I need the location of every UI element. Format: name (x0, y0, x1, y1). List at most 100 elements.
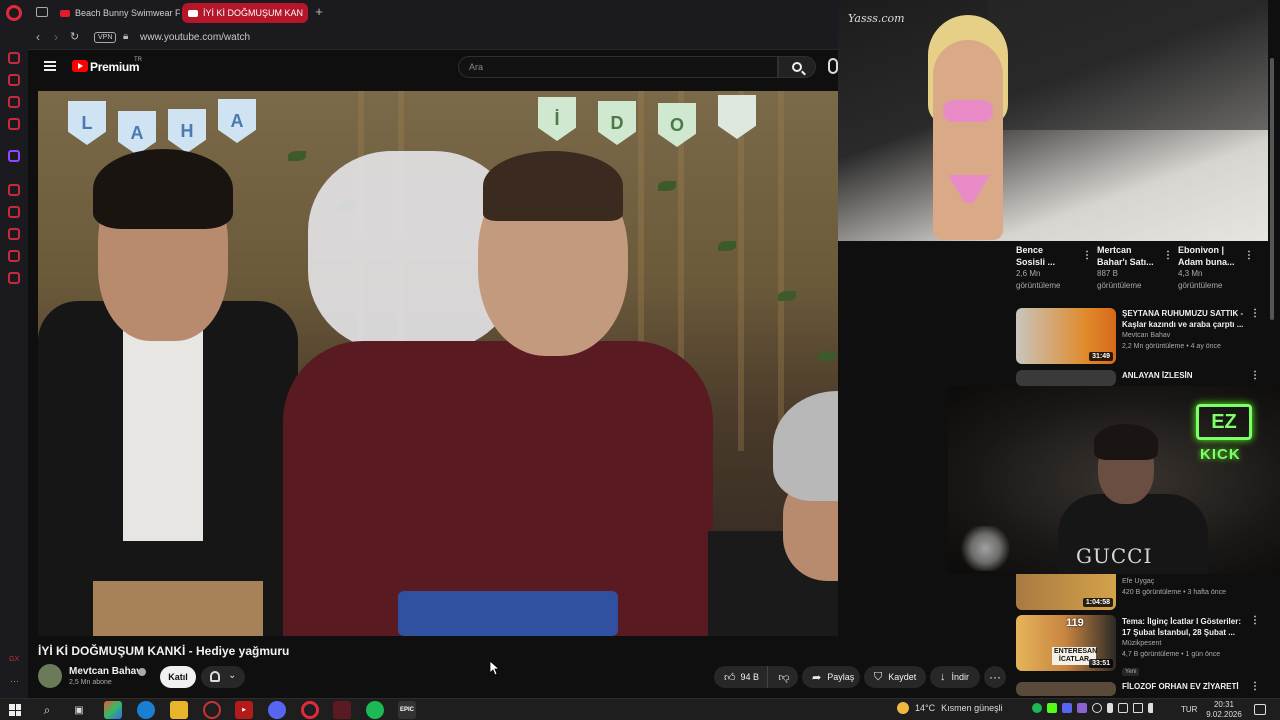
recommendation-item[interactable]: 1:04:58 Efe Uygaç 420 B görüntüleme • 3 … (1016, 574, 1266, 610)
twitch-icon[interactable] (8, 150, 20, 162)
recommendation-item[interactable]: ANLAYAN İZLESİN ⋮ (1016, 370, 1266, 386)
hamburger-menu-icon[interactable] (44, 61, 56, 71)
short-menu-icon[interactable]: ⋮ (1163, 250, 1173, 261)
spotify-tray-icon[interactable] (1032, 703, 1042, 713)
channel-name[interactable]: Mevtcan Bahav (69, 666, 142, 677)
notification-center-icon[interactable] (1254, 704, 1266, 715)
language-indicator[interactable]: TUR (1181, 705, 1197, 714)
video-thumbnail[interactable]: 31:49 (1016, 308, 1116, 364)
video-thumbnail[interactable] (1016, 370, 1116, 386)
reload-icon[interactable]: ↻ (70, 30, 79, 43)
share-button[interactable]: ➦ Paylaş (802, 666, 860, 688)
like-button[interactable]: 👍︎ 94 B (714, 666, 768, 688)
vpn-badge[interactable]: VPN (94, 32, 117, 43)
spotify-icon[interactable] (366, 701, 384, 719)
dislike-button[interactable]: 👎︎ (770, 666, 798, 688)
start-button[interactable] (6, 701, 24, 719)
player-icon[interactable] (8, 184, 20, 196)
notifications-button[interactable]: ⌄ (201, 666, 245, 688)
nvidia-tray-icon[interactable] (1047, 703, 1057, 713)
video-title[interactable]: FİLOZOF ORHAN EV ZİYARETİ (1122, 681, 1250, 692)
video-menu-icon[interactable]: ⋮ (1250, 615, 1260, 626)
opera-logo-icon[interactable] (6, 5, 22, 21)
opera-gx-icon[interactable] (203, 701, 221, 719)
channel-avatar[interactable] (38, 664, 62, 688)
video-menu-icon[interactable]: ⋮ (1250, 681, 1260, 692)
weather-widget[interactable]: 14°C Kısmen güneşli (897, 702, 1003, 714)
file-explorer-icon[interactable] (170, 701, 188, 719)
display-tray-icon[interactable] (1133, 703, 1143, 713)
discord-tray-icon[interactable] (1062, 703, 1072, 713)
download-button[interactable]: ↓ İndir (930, 666, 980, 688)
new-tab-button[interactable]: + (312, 5, 326, 19)
video-menu-icon[interactable]: ⋮ (1250, 308, 1260, 319)
search-taskbar-icon[interactable]: ⌕ (38, 701, 56, 719)
short-item[interactable]: Bence Sosisli ... 2,6 Mn görüntüleme ⋮ (1016, 244, 1096, 292)
mail-icon[interactable] (8, 118, 20, 130)
settings-icon[interactable] (8, 272, 20, 284)
search-button[interactable] (778, 56, 816, 78)
short-item[interactable]: Ebonivon | Adam buna... 4,3 Mn görüntüle… (1178, 244, 1258, 292)
download-label: İndir (951, 672, 970, 682)
microphone-icon[interactable] (828, 58, 838, 74)
video-title[interactable]: ŞEYTANA RUHUMUZU SATTIK - (1122, 308, 1250, 319)
recommendation-item[interactable]: 119 ENTERESAN İCATLAR 33:51 Tema: İlginç… (1016, 615, 1266, 676)
video-thumbnail[interactable] (1016, 682, 1116, 696)
video-title[interactable]: Tema: İlginç İcatlar I Gösteriler: (1122, 616, 1250, 627)
back-icon[interactable]: ‹ (36, 30, 40, 44)
clock[interactable]: 20:31 9.02.2026 (1203, 700, 1245, 720)
pinboard-icon[interactable] (8, 206, 20, 218)
video-title[interactable]: ANLAYAN İZLESİN (1122, 370, 1250, 381)
video-title[interactable]: Kaşlar kazındı ve araba çarptı ... (1122, 319, 1250, 330)
search-input[interactable]: Ara (458, 56, 778, 78)
forward-icon[interactable]: › (54, 30, 58, 44)
opera-icon[interactable] (301, 701, 319, 719)
network-tray-icon[interactable] (1118, 703, 1128, 713)
microphone-tray-icon[interactable] (1107, 703, 1113, 713)
channel-name[interactable]: Efe Uygaç (1122, 576, 1226, 587)
task-view-icon[interactable]: ▣ (70, 701, 88, 719)
short-item[interactable]: Mertcan Bahar'ı Satı... 887 B görüntülem… (1097, 244, 1177, 292)
channel-name[interactable]: Mevtcan Bahav (1122, 330, 1250, 341)
copilot-icon[interactable] (104, 701, 122, 719)
youtube-logo-icon[interactable] (72, 60, 88, 72)
youtube-brand[interactable]: Premium (90, 60, 140, 74)
steam-tray-icon[interactable] (1092, 703, 1102, 713)
kick-neon-sign: KICK (1200, 446, 1241, 463)
short-menu-icon[interactable]: ⋮ (1082, 250, 1092, 261)
active-app-icon[interactable] (333, 701, 351, 719)
epic-games-icon[interactable]: EPIC (398, 701, 416, 719)
video-player[interactable]: L A H A İ D O (38, 91, 838, 636)
tab-beach-bunny[interactable]: Beach Bunny Swimwear F (54, 3, 180, 23)
save-button[interactable]: ⛉ Kaydet (864, 666, 926, 688)
app-tray-icon[interactable] (1077, 703, 1087, 713)
messenger-icon[interactable] (8, 74, 20, 86)
instagram-icon[interactable] (8, 96, 20, 108)
video-editor-icon[interactable]: ▶ (235, 701, 253, 719)
discord-icon[interactable] (268, 701, 286, 719)
recommendation-item[interactable]: FİLOZOF ORHAN EV ZİYARETİ ⋮ (1016, 680, 1266, 696)
share-label: Paylaş (827, 672, 855, 682)
aria-icon[interactable] (8, 52, 20, 64)
extensions-icon[interactable] (8, 250, 20, 262)
gx-icon[interactable]: GX (9, 656, 19, 663)
edge-icon[interactable] (137, 701, 155, 719)
channel-name[interactable]: Müzikpesent (1122, 638, 1250, 649)
scrollbar-thumb[interactable] (1270, 58, 1274, 320)
volume-icon[interactable] (1148, 703, 1154, 713)
recommendation-item[interactable]: 31:49 ŞEYTANA RUHUMUZU SATTIK - Kaşlar k… (1016, 308, 1266, 366)
video-thumbnail[interactable]: 119 ENTERESAN İCATLAR 33:51 (1016, 615, 1116, 671)
tab-list-icon[interactable] (36, 7, 48, 17)
tab-current-video[interactable]: İYİ Kİ DOĞMUŞUM KAN (182, 3, 308, 23)
url-field[interactable]: www.youtube.com/watch (140, 32, 250, 43)
video-title[interactable]: 17 Şubat İstanbul, 28 Şubat ... (1122, 627, 1250, 638)
short-menu-icon[interactable]: ⋮ (1244, 250, 1254, 261)
cardboard-box (93, 581, 263, 636)
join-button[interactable]: Katıl (160, 666, 196, 688)
video-menu-icon[interactable]: ⋮ (1250, 370, 1260, 381)
video-thumbnail[interactable]: 1:04:58 (1016, 574, 1116, 610)
more-actions-button[interactable]: ··· (984, 666, 1006, 688)
lock-icon[interactable]: 🔒︎ (123, 31, 128, 42)
more-icon[interactable]: ··· (10, 676, 19, 686)
history-icon[interactable] (8, 228, 20, 240)
